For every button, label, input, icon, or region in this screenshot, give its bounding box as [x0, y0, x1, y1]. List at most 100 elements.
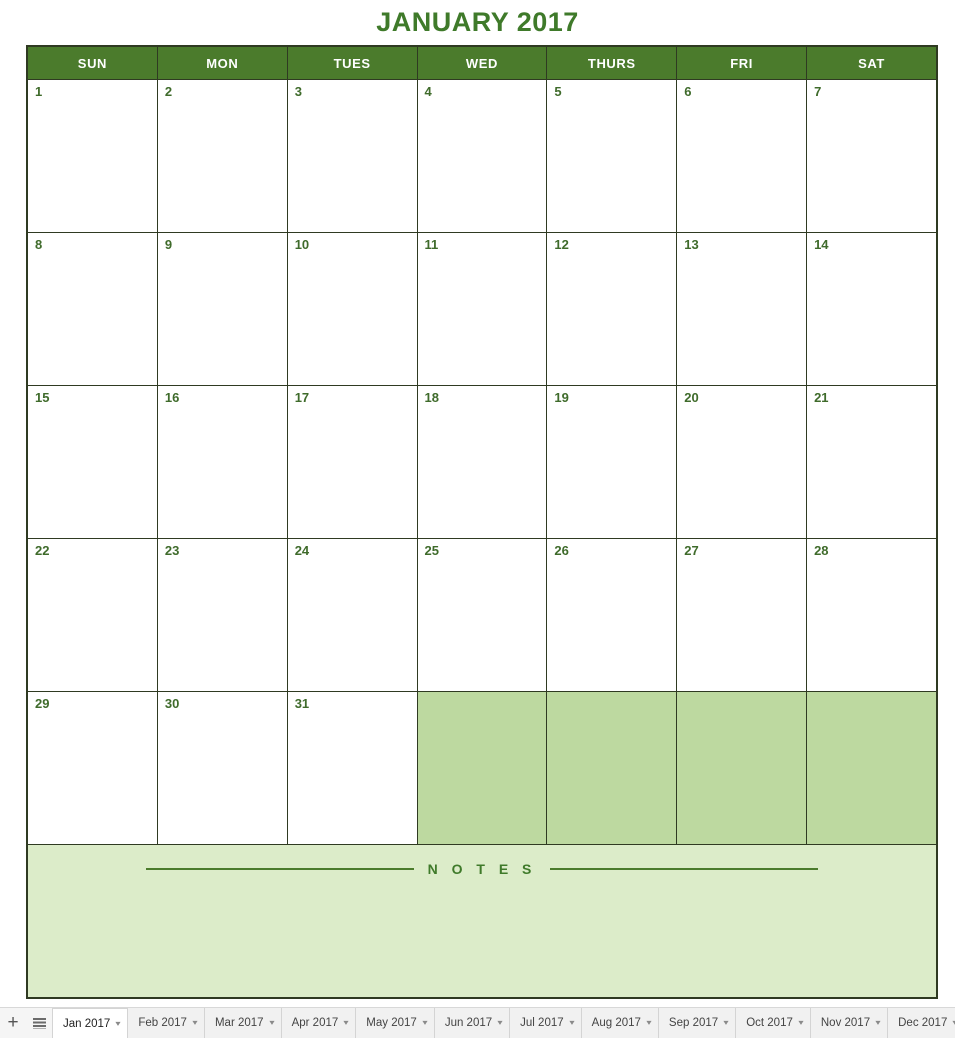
day-cell-12[interactable]: 12: [546, 232, 678, 386]
day-cell-6[interactable]: 6: [676, 79, 808, 233]
day-cell-16[interactable]: 16: [156, 385, 288, 539]
day-cell-15[interactable]: 15: [27, 385, 158, 539]
day-note[interactable]: [677, 99, 806, 100]
weekday-header-tues: TUES: [286, 46, 418, 80]
day-note[interactable]: [547, 405, 676, 406]
sheet-tab-dec-2017[interactable]: Dec 2017▾: [887, 1008, 955, 1038]
chevron-down-icon[interactable]: ▾: [646, 1019, 651, 1027]
sheet-tab-jul-2017[interactable]: Jul 2017 ▾: [509, 1008, 582, 1038]
day-cell-empty[interactable]: [676, 691, 808, 845]
day-note[interactable]: [807, 99, 936, 100]
day-note[interactable]: [288, 405, 417, 406]
day-note[interactable]: [547, 99, 676, 100]
day-note[interactable]: [28, 558, 157, 559]
chevron-down-icon[interactable]: ▾: [724, 1019, 729, 1027]
page-title: JANUARY 2017: [376, 7, 579, 37]
sheet-tab-mar-2017[interactable]: Mar 2017 ▾: [203, 1008, 282, 1038]
chevron-down-icon[interactable]: ▾: [876, 1019, 881, 1027]
day-cell-28[interactable]: 28: [806, 538, 937, 692]
day-cell-11[interactable]: 11: [416, 232, 548, 386]
day-cell-22[interactable]: 22: [27, 538, 158, 692]
day-note[interactable]: [418, 558, 547, 559]
day-note[interactable]: [158, 711, 287, 712]
day-cell-empty[interactable]: [806, 691, 937, 845]
day-note[interactable]: [418, 697, 547, 698]
day-cell-18[interactable]: 18: [416, 385, 548, 539]
sheet-tab-may-2017[interactable]: May 2017 ▾: [355, 1008, 435, 1038]
day-cell-23[interactable]: 23: [156, 538, 288, 692]
day-cell-3[interactable]: 3: [286, 79, 418, 233]
day-cell-19[interactable]: 19: [546, 385, 678, 539]
chevron-down-icon[interactable]: ▾: [498, 1019, 503, 1027]
sheet-tab-jun-2017[interactable]: Jun 2017 ▾: [433, 1008, 511, 1038]
notes-body[interactable]: [28, 883, 936, 973]
day-cell-4[interactable]: 4: [416, 79, 548, 233]
chevron-down-icon[interactable]: ▾: [344, 1019, 349, 1027]
day-cell-9[interactable]: 9: [156, 232, 288, 386]
all-sheets-menu-icon[interactable]: [26, 1008, 52, 1038]
day-note[interactable]: [288, 711, 417, 712]
day-note[interactable]: [677, 697, 806, 698]
day-cell-14[interactable]: 14: [806, 232, 937, 386]
day-cell-17[interactable]: 17: [286, 385, 418, 539]
day-cell-1[interactable]: 1: [27, 79, 158, 233]
day-note[interactable]: [807, 405, 936, 406]
day-cell-30[interactable]: 30: [156, 691, 288, 845]
day-cell-7[interactable]: 7: [806, 79, 937, 233]
day-note[interactable]: [158, 558, 287, 559]
day-note[interactable]: [547, 558, 676, 559]
day-cell-13[interactable]: 13: [676, 232, 808, 386]
day-note[interactable]: [677, 252, 806, 253]
day-cell-2[interactable]: 2: [156, 79, 288, 233]
day-cell-27[interactable]: 27: [676, 538, 808, 692]
sheet-tab-apr-2017[interactable]: Apr 2017 ▾: [280, 1008, 357, 1038]
day-note[interactable]: [28, 405, 157, 406]
sheet-tab-aug-2017[interactable]: Aug 2017 ▾: [580, 1008, 659, 1038]
day-cell-8[interactable]: 8: [27, 232, 158, 386]
day-cell-29[interactable]: 29: [27, 691, 158, 845]
chevron-down-icon[interactable]: ▾: [269, 1019, 274, 1027]
day-note[interactable]: [677, 405, 806, 406]
day-note[interactable]: [418, 252, 547, 253]
day-note[interactable]: [418, 99, 547, 100]
sheet-tab-jan-2017[interactable]: Jan 2017 ▾: [52, 1008, 129, 1038]
sheet-tab-label: Aug 2017: [591, 1017, 641, 1029]
day-note[interactable]: [28, 711, 157, 712]
notes-cell[interactable]: N O T E S: [27, 844, 937, 998]
day-cell-20[interactable]: 20: [676, 385, 808, 539]
day-note[interactable]: [158, 405, 287, 406]
day-cell-empty[interactable]: [546, 691, 678, 845]
day-note[interactable]: [288, 99, 417, 100]
chevron-down-icon[interactable]: ▾: [192, 1019, 197, 1027]
day-note[interactable]: [28, 99, 157, 100]
sheet-tab-feb-2017[interactable]: Feb 2017 ▾: [127, 1008, 205, 1038]
chevron-down-icon[interactable]: ▾: [798, 1019, 803, 1027]
day-note[interactable]: [677, 558, 806, 559]
sheet-tab-sep-2017[interactable]: Sep 2017 ▾: [657, 1008, 737, 1038]
sheet-tab-oct-2017[interactable]: Oct 2017 ▾: [735, 1008, 811, 1038]
chevron-down-icon[interactable]: ▾: [116, 1019, 121, 1028]
day-note[interactable]: [547, 252, 676, 253]
day-note[interactable]: [807, 252, 936, 253]
chevron-down-icon[interactable]: ▾: [422, 1019, 427, 1027]
day-note[interactable]: [547, 697, 676, 698]
day-note[interactable]: [288, 252, 417, 253]
sheet-tab-nov-2017[interactable]: Nov 2017 ▾: [809, 1008, 889, 1038]
day-note[interactable]: [418, 405, 547, 406]
day-cell-26[interactable]: 26: [546, 538, 678, 692]
day-cell-24[interactable]: 24: [286, 538, 418, 692]
add-sheet-icon[interactable]: +: [0, 1008, 26, 1038]
day-note[interactable]: [807, 558, 936, 559]
day-cell-empty[interactable]: [416, 691, 548, 845]
day-cell-31[interactable]: 31: [286, 691, 418, 845]
day-note[interactable]: [288, 558, 417, 559]
day-note[interactable]: [158, 252, 287, 253]
day-cell-21[interactable]: 21: [806, 385, 937, 539]
day-note[interactable]: [807, 697, 936, 698]
day-cell-5[interactable]: 5: [546, 79, 678, 233]
day-note[interactable]: [158, 99, 287, 100]
day-cell-10[interactable]: 10: [286, 232, 418, 386]
chevron-down-icon[interactable]: ▾: [569, 1019, 574, 1027]
day-cell-25[interactable]: 25: [416, 538, 548, 692]
day-note[interactable]: [28, 252, 157, 253]
